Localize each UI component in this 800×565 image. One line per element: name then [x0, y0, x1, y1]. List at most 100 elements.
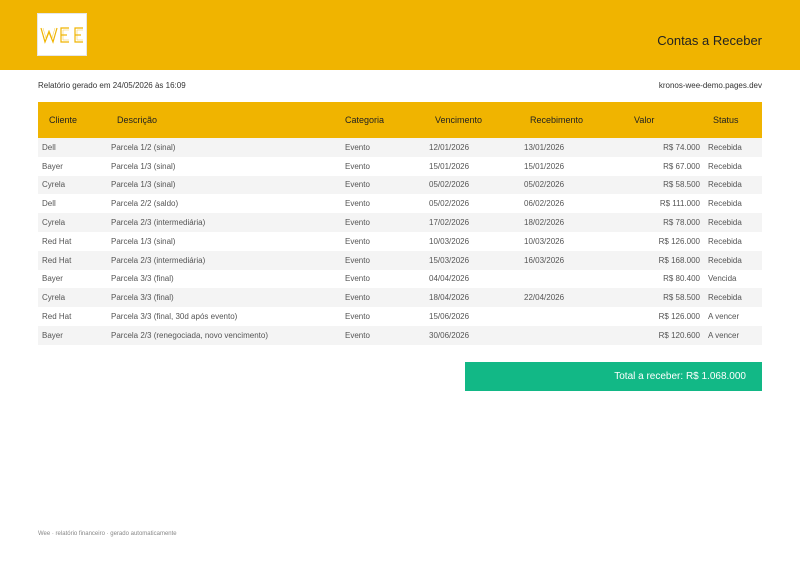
cell-descricao: Parcela 1/3 (sinal): [111, 180, 176, 190]
cell-recebimento: 13/01/2026: [524, 142, 565, 152]
cell-vencimento: 10/03/2026: [429, 236, 470, 246]
total-label: Total a receber: R$ 1.068.000: [614, 371, 746, 382]
cell-categoria: Evento: [345, 293, 370, 303]
cell-valor: R$ 67.000: [663, 161, 700, 171]
cell-cliente: Red Hat: [42, 255, 72, 265]
cell-valor: R$ 111.000: [659, 199, 700, 209]
cell-recebimento: 06/02/2026: [524, 199, 565, 209]
cell-vencimento: 18/04/2026: [429, 293, 470, 303]
cell-status: Recebida: [708, 142, 742, 152]
cell-cliente: Cyrela: [42, 293, 66, 303]
table-row: Red Hat Parcela 1/3 (sinal) Evento 10/03/20…: [38, 232, 762, 251]
column-header-status[interactable]: Status: [704, 102, 762, 138]
cell-descricao: Parcela 1/3 (sinal): [111, 236, 176, 246]
cell-recebimento: 05/02/2026: [524, 180, 565, 190]
cell-categoria: Evento: [345, 236, 370, 246]
cell-vencimento: 05/02/2026: [429, 180, 470, 190]
cell-status: Vencida: [708, 274, 737, 284]
cell-categoria: Evento: [345, 180, 370, 190]
column-header-recebimento[interactable]: Recebimento: [524, 102, 622, 138]
table-header-row: Cliente Descrição Categoria Vencimento R…: [38, 102, 762, 138]
receivables-table: Cliente Descrição Categoria Vencimento R…: [38, 102, 762, 345]
column-header-descricao[interactable]: Descrição: [111, 102, 345, 138]
cell-status: A vencer: [708, 330, 740, 340]
page-title: Contas a Receber: [657, 33, 762, 48]
cell-descricao: Parcela 2/2 (saldo): [111, 199, 179, 209]
cell-vencimento: 15/03/2026: [429, 255, 470, 265]
cell-vencimento: 15/06/2026: [429, 312, 470, 322]
cell-recebimento: 16/03/2026: [524, 255, 565, 265]
cell-recebimento: 10/03/2026: [524, 236, 565, 246]
table-row: Dell Parcela 1/2 (sinal) Evento 12/01/2026 1…: [38, 138, 762, 157]
total-receivable: Total a receber: R$ 1.068.000: [465, 362, 762, 391]
column-header-vencimento[interactable]: Vencimento: [429, 102, 524, 138]
cell-status: Recebida: [708, 236, 742, 246]
footer-note: Wee · relatório financeiro · gerado auto…: [38, 531, 177, 537]
site-url: kronos-wee-demo.pages.dev: [658, 81, 762, 90]
table-row: Cyrela Parcela 3/3 (final) Evento 18/04/202…: [38, 288, 762, 308]
cell-recebimento: [524, 307, 622, 326]
cell-cliente: Dell: [42, 142, 56, 152]
cell-cliente: Bayer: [42, 274, 63, 284]
cell-descricao: Parcela 2/3 (renegociada, novo venciment…: [111, 330, 268, 340]
table-row: Bayer Parcela 3/3 (final) Evento 04/04/2026…: [38, 270, 762, 289]
cell-recebimento: 15/01/2026: [524, 161, 565, 171]
cell-cliente: Cyrela: [42, 180, 66, 190]
cell-descricao: Parcela 3/3 (final): [111, 293, 174, 303]
table-row: Dell Parcela 2/2 (saldo) Evento 05/02/2026 0…: [38, 194, 762, 213]
cell-cliente: Red Hat: [42, 236, 72, 246]
table-body: Dell Parcela 1/2 (sinal) Evento 12/01/2026 1…: [38, 138, 762, 345]
report-header: Contas a Receber: [0, 0, 800, 70]
cell-status: Recebida: [708, 255, 742, 265]
cell-descricao: Parcela 3/3 (final, 30d após evento): [111, 312, 238, 322]
cell-recebimento: 18/02/2026: [524, 218, 565, 228]
column-header-valor[interactable]: Valor: [622, 102, 704, 138]
cell-valor: R$ 126.000: [658, 312, 700, 322]
cell-descricao: Parcela 2/3 (intermediária): [111, 218, 206, 228]
column-header-cliente[interactable]: Cliente: [38, 102, 111, 138]
cell-descricao: Parcela 1/2 (sinal): [111, 142, 176, 152]
cell-valor: R$ 78.000: [663, 218, 700, 228]
cell-cliente: Red Hat: [42, 312, 72, 322]
column-header-categoria[interactable]: Categoria: [345, 102, 429, 138]
cell-recebimento: [524, 270, 622, 289]
cell-categoria: Evento: [345, 330, 370, 340]
cell-status: Recebida: [708, 161, 742, 171]
cell-status: Recebida: [708, 199, 742, 209]
table-row: Bayer Parcela 2/3 (renegociada, novo venc…: [38, 325, 762, 345]
wee-logo-mark: [40, 26, 83, 44]
cell-categoria: Evento: [345, 142, 370, 152]
cell-valor: R$ 168.000: [658, 255, 700, 265]
cell-cliente: Cyrela: [42, 218, 66, 228]
cell-descricao: Parcela 1/3 (sinal): [111, 161, 176, 171]
cell-categoria: Evento: [345, 255, 370, 265]
cell-descricao: Parcela 3/3 (final): [111, 274, 174, 284]
cell-valor: R$ 58.500: [663, 293, 700, 303]
cell-status: Recebida: [708, 218, 742, 228]
cell-categoria: Evento: [345, 218, 370, 228]
cell-status: Recebida: [708, 293, 742, 303]
cell-status: A vencer: [708, 312, 740, 322]
cell-cliente: Bayer: [42, 330, 63, 340]
cell-categoria: Evento: [345, 274, 370, 284]
table-row: Cyrela Parcela 2/3 (intermediária) Evento 1…: [38, 213, 762, 232]
cell-recebimento: 22/04/2026: [524, 293, 565, 303]
cell-cliente: Dell: [42, 199, 56, 209]
cell-descricao: Parcela 2/3 (intermediária): [111, 255, 206, 265]
cell-cliente: Bayer: [42, 161, 63, 171]
cell-vencimento: 04/04/2026: [429, 274, 470, 284]
cell-categoria: Evento: [345, 199, 370, 209]
cell-categoria: Evento: [345, 161, 370, 171]
cell-valor: R$ 126.000: [658, 236, 700, 246]
cell-vencimento: 15/01/2026: [429, 161, 470, 171]
wee-logo: [37, 13, 87, 56]
table-row: Red Hat Parcela 2/3 (intermediária) Evento…: [38, 250, 762, 270]
cell-status: Recebida: [708, 180, 742, 190]
cell-vencimento: 17/02/2026: [429, 218, 470, 228]
cell-vencimento: 05/02/2026: [429, 199, 470, 209]
generated-timestamp: Relatório gerado em 24/05/2026 às 16:09: [38, 81, 186, 90]
cell-categoria: Evento: [345, 312, 370, 322]
cell-valor: R$ 58.500: [663, 180, 700, 190]
table-row: Cyrela Parcela 1/3 (sinal) Evento 05/02/202…: [38, 175, 762, 195]
cell-valor: R$ 74.000: [663, 142, 700, 152]
